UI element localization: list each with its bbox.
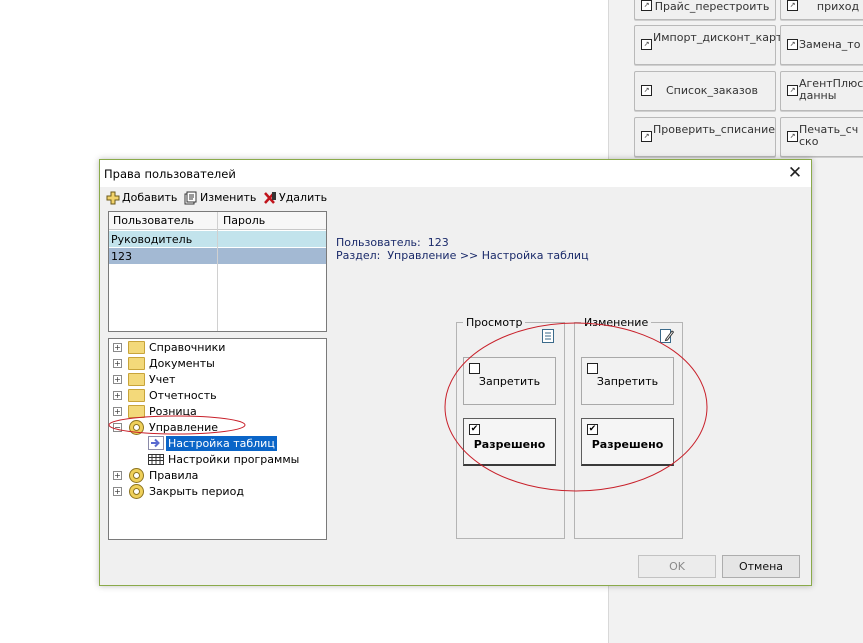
bg-button-check-writeoff[interactable]: ↗ Проверить_списание xyxy=(634,117,776,157)
cancel-button[interactable]: Отмена xyxy=(722,555,800,578)
tree-item-close-period[interactable]: + Закрыть период xyxy=(109,484,324,499)
title-bar: Права пользователей ✕ xyxy=(100,160,811,187)
checkbox-checked-icon[interactable]: ✔ xyxy=(469,424,480,435)
user-rights-dialog: Права пользователей ✕ Добавить Изменить … xyxy=(99,159,812,586)
gear-folder-icon xyxy=(129,468,144,483)
tree-item-table-settings[interactable]: Настройка таблиц xyxy=(109,436,324,451)
tree-item-reports[interactable]: + Отчетность xyxy=(109,388,324,403)
info-section: Раздел: Управление >> Настройка таблиц xyxy=(336,249,589,262)
add-icon xyxy=(106,191,120,205)
close-icon[interactable]: ✕ xyxy=(785,164,805,182)
folder-icon xyxy=(128,373,145,386)
edit-group-label: Изменение xyxy=(581,316,652,329)
shortcut-icon: ↗ xyxy=(641,85,652,96)
info-user: Пользователь: 123 xyxy=(336,236,449,249)
checkbox-icon[interactable] xyxy=(587,363,598,374)
shortcut-icon: ↗ xyxy=(641,131,652,142)
bg-button-income[interactable]: ↗ приход xyxy=(780,0,863,20)
ok-button[interactable]: OK xyxy=(638,555,716,578)
shortcut-icon: ↗ xyxy=(787,85,798,96)
shortcut-icon: ↗ xyxy=(787,131,798,142)
view-deny-button[interactable]: Запретить xyxy=(463,357,556,405)
gear-folder-icon xyxy=(129,420,144,435)
users-grid: Пользователь Пароль Руководитель 123 xyxy=(108,211,327,332)
expand-icon[interactable]: + xyxy=(113,359,122,368)
edit-deny-button[interactable]: Запретить xyxy=(581,357,674,405)
edit-icon xyxy=(184,191,197,205)
shortcut-icon: ↗ xyxy=(641,0,652,11)
checkbox-checked-icon[interactable]: ✔ xyxy=(587,424,598,435)
cell-user: 123 xyxy=(111,250,132,263)
expand-icon[interactable]: + xyxy=(113,471,122,480)
bg-button-print[interactable]: ↗ Печать_сч ско xyxy=(780,117,863,157)
bg-button-replace[interactable]: ↗ Замена_то xyxy=(780,25,863,65)
folder-icon xyxy=(128,357,145,370)
tree-item-program-settings[interactable]: Настройки программы xyxy=(109,452,324,467)
expand-icon[interactable]: + xyxy=(113,487,122,496)
shortcut-icon: ↗ xyxy=(787,0,798,11)
gear-folder-icon xyxy=(129,484,144,499)
selection-info: Пользователь: 123 Раздел: Управление >> … xyxy=(336,236,589,262)
folder-icon xyxy=(128,405,145,418)
edit-button[interactable]: Изменить xyxy=(184,190,256,206)
column-header-user[interactable]: Пользователь xyxy=(113,214,194,227)
expand-icon[interactable]: + xyxy=(113,375,122,384)
folder-icon xyxy=(128,341,145,354)
tree-item-documents[interactable]: + Документы xyxy=(109,356,324,371)
tree-item-accounting[interactable]: + Учет xyxy=(109,372,324,387)
folder-icon xyxy=(128,389,145,402)
add-button[interactable]: Добавить xyxy=(106,190,177,206)
tree-item-directories[interactable]: + Справочники xyxy=(109,340,324,355)
edit-allow-button[interactable]: ✔ Разрешено xyxy=(581,418,674,466)
view-permission-group: Просмотр Запретить ✔ Разрешено xyxy=(456,316,565,539)
expand-icon[interactable]: + xyxy=(113,343,122,352)
table-icon xyxy=(148,454,164,465)
edit-doc-icon xyxy=(660,329,674,343)
column-divider xyxy=(217,212,218,331)
expand-icon[interactable]: + xyxy=(113,391,122,400)
view-allow-button[interactable]: ✔ Разрешено xyxy=(463,418,556,466)
dialog-title: Права пользователей xyxy=(104,167,236,181)
tree-item-retail[interactable]: + Розница xyxy=(109,404,324,419)
view-doc-icon xyxy=(542,329,554,343)
expand-icon[interactable]: + xyxy=(113,407,122,416)
delete-button[interactable]: Удалить xyxy=(263,190,327,206)
checkbox-icon[interactable] xyxy=(469,363,480,374)
edit-permission-group: Изменение Запретить ✔ Разрешено xyxy=(574,316,683,539)
shortcut-icon: ↗ xyxy=(641,39,652,50)
sections-tree: + Справочники + Документы + Учет + Отчет… xyxy=(108,338,327,540)
tree-item-management[interactable]: − Управление xyxy=(109,420,324,435)
shortcut-icon: ↗ xyxy=(787,39,798,50)
bg-button-agentplus[interactable]: ↗ АгентПлюс данны xyxy=(780,71,863,111)
collapse-icon[interactable]: − xyxy=(113,423,122,432)
cell-user: Руководитель xyxy=(111,233,193,246)
delete-icon xyxy=(264,192,276,204)
arrow-icon xyxy=(148,436,164,450)
bg-button-order-list[interactable]: ↗ Список_заказов xyxy=(634,71,776,111)
tree-item-rules[interactable]: + Правила xyxy=(109,468,324,483)
view-group-label: Просмотр xyxy=(463,316,526,329)
bg-button-price-rebuild[interactable]: ↗ Прайс_перестроить xyxy=(634,0,776,20)
bg-button-import-discount-cards[interactable]: ↗ Импорт_дисконт_карт xyxy=(634,25,782,65)
column-header-password[interactable]: Пароль xyxy=(223,214,265,227)
